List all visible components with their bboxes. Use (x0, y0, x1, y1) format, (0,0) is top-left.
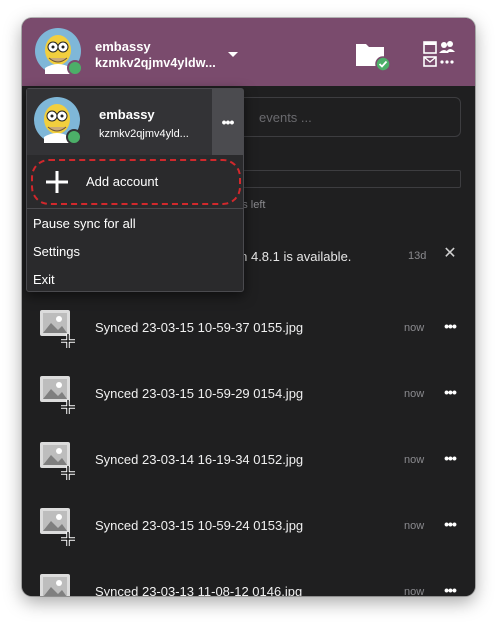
app-window: embassy kzmkv2qjmv4yldw... events ... nd… (22, 18, 475, 596)
image-added-icon (40, 310, 75, 348)
activity-text: Synced 23-03-14 16-19-34 0152.jpg (95, 452, 304, 467)
menu-item-exit[interactable]: Exit (33, 272, 55, 287)
activity-time: now (404, 322, 425, 334)
online-status-icon (67, 60, 83, 76)
more-options-icon[interactable]: ••• (440, 382, 460, 402)
more-options-icon[interactable]: ••• (440, 316, 460, 336)
more-options-icon[interactable]: ••• (440, 514, 460, 534)
folder-synced-icon[interactable] (352, 38, 392, 72)
list-item[interactable]: Synced 23-03-15 10-59-24 0153.jpg now ••… (22, 506, 475, 572)
update-text: ion 4.8.1 is available. (230, 249, 352, 264)
image-added-icon (40, 376, 75, 414)
add-account-button[interactable]: Add account (31, 159, 241, 205)
menu-account-name: embassy (99, 107, 155, 122)
calendar-icon (423, 41, 437, 54)
account-more-button[interactable]: ••• (212, 89, 243, 155)
activity-text: Synced 23-03-13 11-08-12 0146.jpg (95, 584, 303, 596)
apps-menu-icon[interactable] (420, 38, 460, 70)
activity-time: now (404, 388, 425, 400)
avatar (34, 97, 82, 145)
account-id: kzmkv2qjmv4yldw... (95, 56, 216, 70)
update-age: 13d (408, 250, 427, 262)
menu-item-pause-sync[interactable]: Pause sync for all (33, 216, 136, 231)
divider (27, 208, 243, 209)
activity-text: Synced 23-03-15 10-59-29 0154.jpg (95, 386, 304, 401)
image-added-icon (40, 442, 75, 480)
close-icon[interactable]: ✕ (442, 246, 458, 262)
mail-icon (423, 56, 437, 67)
contacts-icon (439, 41, 455, 53)
plus-icon (46, 171, 68, 193)
account-menu: embassy kzmkv2qjmv4yld... ••• Add accoun… (26, 88, 244, 292)
account-header: embassy kzmkv2qjmv4yldw... (22, 18, 475, 86)
list-item[interactable]: Synced 23-03-15 10-59-37 0155.jpg now ••… (22, 308, 475, 374)
more-options-icon[interactable]: ••• (440, 448, 460, 468)
activity-text: Synced 23-03-15 10-59-37 0155.jpg (95, 320, 304, 335)
list-item[interactable]: Synced 23-03-15 10-59-29 0154.jpg now ••… (22, 374, 475, 440)
image-added-icon (40, 508, 75, 546)
chevron-down-icon[interactable] (225, 48, 241, 60)
add-account-label: Add account (86, 174, 159, 189)
activity-time: now (404, 520, 425, 532)
list-item[interactable]: Synced 23-03-13 11-08-12 0146.jpg now ••… (22, 572, 475, 596)
list-item[interactable]: Synced 23-03-14 16-19-34 0152.jpg now ••… (22, 440, 475, 506)
account-name: embassy (95, 39, 151, 54)
more-options-icon[interactable]: ••• (440, 580, 460, 596)
avatar[interactable] (35, 28, 83, 76)
search-placeholder: events ... (259, 110, 312, 125)
activity-time: now (404, 586, 425, 596)
image-added-icon (40, 574, 70, 596)
online-status-icon (66, 129, 82, 145)
menu-account-row[interactable]: embassy kzmkv2qjmv4yld... ••• (27, 89, 243, 155)
activity-text: Synced 23-03-15 10-59-24 0153.jpg (95, 518, 304, 533)
menu-account-id: kzmkv2qjmv4yld... (99, 128, 189, 140)
activity-time: now (404, 454, 425, 466)
menu-item-settings[interactable]: Settings (33, 244, 80, 259)
